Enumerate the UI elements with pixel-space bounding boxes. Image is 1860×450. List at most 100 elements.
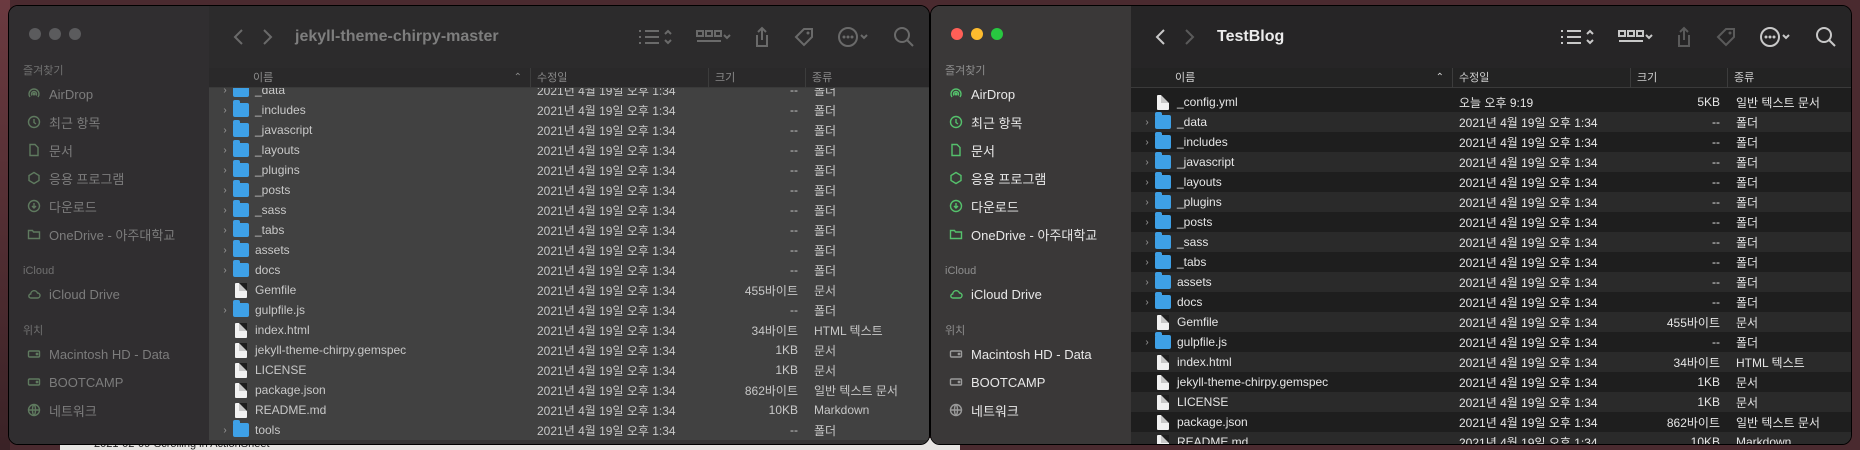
share-button[interactable] [753,23,771,51]
sidebar-item[interactable]: 최근 항목 [23,108,175,136]
table-row[interactable]: LICENSE 2021년 4월 19일 오후 1:34 1KB 문서 [1131,392,1851,412]
sidebar-item[interactable]: 네트워크 [23,396,170,424]
disclosure-arrow-icon[interactable]: › [219,265,231,276]
disclosure-arrow-icon[interactable]: › [219,125,231,136]
table-row[interactable]: › gulpfile.js 2021년 4월 19일 오후 1:34 -- 폴더 [209,300,929,320]
column-size[interactable]: 크기 [1631,67,1728,88]
disclosure-arrow-icon[interactable]: › [1141,217,1153,228]
group-button[interactable] [695,23,731,51]
minimize-button[interactable] [49,28,61,40]
table-row[interactable]: README.md 2021년 4월 19일 오후 1:34 10KB Markdow… [1131,432,1851,444]
table-row[interactable]: package.json 2021년 4월 19일 오후 1:34 862바이트 일반… [1131,412,1851,432]
list-view-button[interactable] [637,23,673,51]
sidebar-item[interactable]: AirDrop [945,80,1097,108]
disclosure-arrow-icon[interactable]: › [219,245,231,256]
close-button[interactable] [29,28,41,40]
sidebar-item[interactable]: Macintosh HD - Data [945,340,1092,368]
share-button[interactable] [1675,23,1693,51]
disclosure-arrow-icon[interactable]: › [1141,117,1153,128]
sidebar-item[interactable]: iCloud Drive [23,280,120,308]
table-row[interactable]: › _sass 2021년 4월 19일 오후 1:34 -- 폴더 [1131,232,1851,252]
sidebar-item[interactable]: 다운로드 [23,192,175,220]
tag-button[interactable] [793,23,815,51]
forward-button[interactable] [253,23,281,51]
table-row[interactable]: › _data 2021년 4월 19일 오후 1:34 -- 폴더 [209,88,929,100]
table-row[interactable]: › _plugins 2021년 4월 19일 오후 1:34 -- 폴더 [209,160,929,180]
zoom-button[interactable] [991,28,1003,40]
sidebar-item[interactable]: Macintosh HD - Data [23,340,170,368]
finder-window-active[interactable]: 즐겨찾기 AirDrop 최근 항목 문서 응용 프로그램 다운로드 OneDrive -… [930,5,1852,445]
column-name[interactable]: 이름 ⌃ [1131,67,1453,88]
more-button[interactable] [1759,23,1793,51]
disclosure-arrow-icon[interactable]: › [1141,197,1153,208]
table-row[interactable]: Gemfile 2021년 4월 19일 오후 1:34 455바이트 문서 [1131,312,1851,332]
more-button[interactable] [837,23,871,51]
sidebar-item[interactable]: BOOTCAMP [23,368,170,396]
tag-button[interactable] [1715,23,1737,51]
table-row[interactable]: › _layouts 2021년 4월 19일 오후 1:34 -- 폴더 [1131,172,1851,192]
sidebar-item[interactable]: 최근 항목 [945,108,1097,136]
zoom-button[interactable] [69,28,81,40]
column-date[interactable]: 수정일 [1453,67,1631,88]
table-row[interactable]: Gemfile 2021년 4월 19일 오후 1:34 455바이트 문서 [209,280,929,300]
table-row[interactable]: README.md 2021년 4월 19일 오후 1:34 10KB Markdow… [209,400,929,420]
sidebar-item[interactable]: BOOTCAMP [945,368,1092,396]
sidebar-item[interactable]: 응용 프로그램 [23,164,175,192]
sidebar-item[interactable]: 문서 [23,136,175,164]
table-row[interactable]: jekyll-theme-chirpy.gemspec 2021년 4월 19일 … [1131,372,1851,392]
disclosure-arrow-icon[interactable]: › [1141,177,1153,188]
table-row[interactable]: › _posts 2021년 4월 19일 오후 1:34 -- 폴더 [1131,212,1851,232]
disclosure-arrow-icon[interactable]: › [1141,297,1153,308]
sidebar-item[interactable]: AirDrop [23,80,175,108]
table-row[interactable]: › docs 2021년 4월 19일 오후 1:34 -- 폴더 [1131,292,1851,312]
table-row[interactable]: › _javascript 2021년 4월 19일 오후 1:34 -- 폴더 [209,120,929,140]
disclosure-arrow-icon[interactable]: › [219,425,231,436]
disclosure-arrow-icon[interactable]: › [219,205,231,216]
table-row[interactable]: › _includes 2021년 4월 19일 오후 1:34 -- 폴더 [1131,132,1851,152]
sidebar-item[interactable]: 다운로드 [945,192,1097,220]
table-row[interactable]: › gulpfile.js 2021년 4월 19일 오후 1:34 -- 폴더 [1131,332,1851,352]
table-row[interactable]: › _data 2021년 4월 19일 오후 1:34 -- 폴더 [1131,112,1851,132]
forward-button[interactable] [1175,23,1203,51]
table-row[interactable]: › assets 2021년 4월 19일 오후 1:34 -- 폴더 [209,240,929,260]
table-row[interactable]: › _posts 2021년 4월 19일 오후 1:34 -- 폴더 [209,180,929,200]
disclosure-arrow-icon[interactable]: › [1141,337,1153,348]
table-row[interactable]: › _javascript 2021년 4월 19일 오후 1:34 -- 폴더 [1131,152,1851,172]
finder-window-inactive[interactable]: 즐겨찾기 AirDrop 최근 항목 문서 응용 프로그램 다운로드 OneDrive -… [8,5,930,445]
column-name[interactable]: 이름 ⌃ [209,67,531,88]
disclosure-arrow-icon[interactable]: › [1141,137,1153,148]
table-row[interactable]: › _sass 2021년 4월 19일 오후 1:34 -- 폴더 [209,200,929,220]
disclosure-arrow-icon[interactable]: › [219,225,231,236]
disclosure-arrow-icon[interactable]: › [1141,237,1153,248]
table-row[interactable]: package.json 2021년 4월 19일 오후 1:34 862바이트 일반… [209,380,929,400]
sidebar-item[interactable]: 문서 [945,136,1097,164]
disclosure-arrow-icon[interactable]: › [219,185,231,196]
table-row[interactable]: _config.yml 오늘 오후 9:19 5KB 일반 텍스트 문서 [1131,92,1851,112]
list-view-button[interactable] [1559,23,1595,51]
table-row[interactable]: › _tabs 2021년 4월 19일 오후 1:34 -- 폴더 [1131,252,1851,272]
table-row[interactable]: index.html 2021년 4월 19일 오후 1:34 34바이트 HTML … [1131,352,1851,372]
sidebar-item[interactable]: 응용 프로그램 [945,164,1097,192]
search-button[interactable] [1815,23,1837,51]
table-row[interactable]: › tools 2021년 4월 19일 오후 1:34 -- 폴더 [209,420,929,440]
disclosure-arrow-icon[interactable]: › [219,305,231,316]
group-button[interactable] [1617,23,1653,51]
disclosure-arrow-icon[interactable]: › [219,165,231,176]
back-button[interactable] [1147,23,1175,51]
table-row[interactable]: › _plugins 2021년 4월 19일 오후 1:34 -- 폴더 [1131,192,1851,212]
table-row[interactable]: › _includes 2021년 4월 19일 오후 1:34 -- 폴더 [209,100,929,120]
disclosure-arrow-icon[interactable]: › [1141,257,1153,268]
disclosure-arrow-icon[interactable]: › [1141,277,1153,288]
table-row[interactable]: › _layouts 2021년 4월 19일 오후 1:34 -- 폴더 [209,140,929,160]
disclosure-arrow-icon[interactable]: › [1141,157,1153,168]
sidebar-item[interactable]: iCloud Drive [945,280,1042,308]
column-size[interactable]: 크기 [709,67,806,88]
column-kind[interactable]: 종류 [806,68,929,88]
sidebar-item[interactable]: OneDrive - 아주대학교 [945,220,1097,248]
sidebar-item[interactable]: 네트워크 [945,396,1092,424]
table-row[interactable]: › assets 2021년 4월 19일 오후 1:34 -- 폴더 [1131,272,1851,292]
back-button[interactable] [225,23,253,51]
table-row[interactable]: › docs 2021년 4월 19일 오후 1:34 -- 폴더 [209,260,929,280]
minimize-button[interactable] [971,28,983,40]
table-row[interactable]: index.html 2021년 4월 19일 오후 1:34 34바이트 HTML … [209,320,929,340]
